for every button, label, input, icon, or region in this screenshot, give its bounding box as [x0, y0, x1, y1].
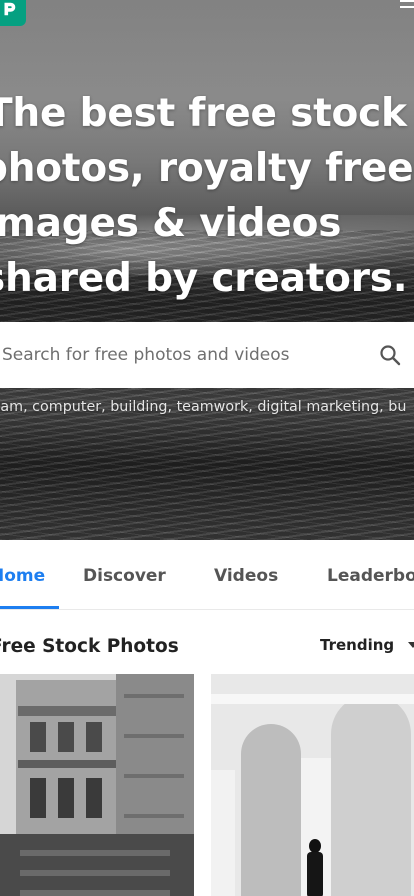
chevron-down-icon — [408, 642, 414, 648]
building-illustration — [0, 674, 194, 896]
active-tab-indicator — [0, 606, 59, 609]
headline-line-2: photos, royalty free — [0, 146, 414, 191]
tab-home[interactable]: Home — [0, 566, 45, 586]
arches-illustration — [211, 674, 414, 896]
headline-line-4: shared by creators. — [0, 256, 408, 301]
section-title: Free Stock Photos — [0, 636, 179, 657]
sort-select[interactable]: Trending — [320, 636, 414, 654]
white-arches-photo[interactable] — [211, 674, 414, 896]
search-icon[interactable] — [370, 335, 410, 375]
sort-label: Trending — [320, 636, 395, 654]
headline-line-1: The best free stock — [0, 91, 407, 136]
hero-headline: The best free stock photos, royalty free… — [0, 86, 414, 306]
logo-mark-icon — [4, 2, 16, 16]
historic-building-photo[interactable] — [0, 674, 194, 896]
page: The best free stock photos, royalty free… — [0, 0, 414, 896]
headline-line-3: images & videos — [0, 201, 342, 246]
nav-tabs: Home Discover Videos Leaderbo — [0, 540, 414, 610]
tab-discover[interactable]: Discover — [83, 566, 166, 586]
hero-banner: The best free stock photos, royalty free… — [0, 0, 414, 540]
search-input[interactable] — [0, 335, 370, 375]
tab-leaderboard[interactable]: Leaderbo — [327, 566, 414, 586]
search-bar — [0, 322, 414, 388]
search-suggestions[interactable]: team, computer, building, teamwork, digi… — [0, 399, 406, 415]
hamburger-menu-icon[interactable] — [400, 0, 414, 10]
tab-videos[interactable]: Videos — [214, 566, 278, 586]
pexels-logo-icon[interactable] — [0, 0, 26, 26]
